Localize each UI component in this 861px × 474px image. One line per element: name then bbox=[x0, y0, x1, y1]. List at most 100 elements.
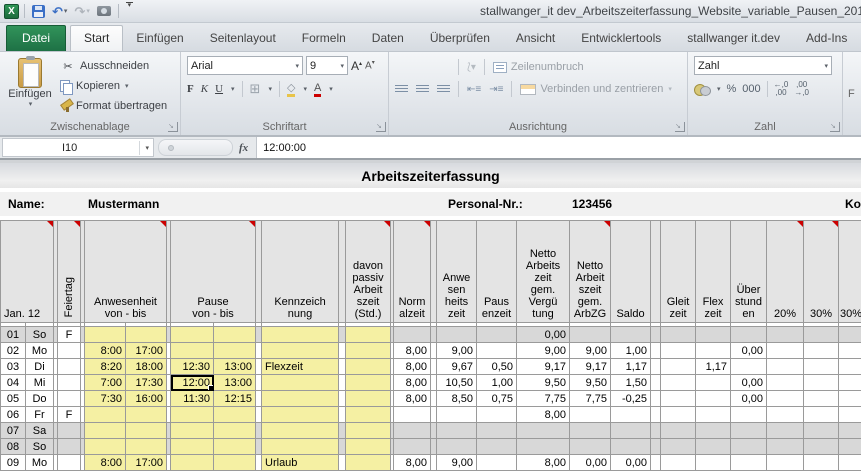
align-center-icon[interactable] bbox=[416, 84, 429, 94]
cell-08-verg[interactable] bbox=[516, 438, 571, 455]
cell-05-norm[interactable]: 8,00 bbox=[393, 390, 432, 407]
fill-color-button[interactable]: ◇ bbox=[286, 81, 296, 97]
cell-02-pv[interactable] bbox=[170, 342, 214, 359]
cell-07-f[interactable] bbox=[57, 422, 81, 439]
cell-03-verg[interactable]: 9,17 bbox=[516, 358, 571, 375]
cell-01-ueber[interactable] bbox=[730, 326, 768, 343]
cell-08-saldo[interactable] bbox=[610, 438, 652, 455]
cell-06-ab[interactable] bbox=[125, 406, 167, 423]
cell-04-pb[interactable]: 13:00 bbox=[212, 374, 257, 391]
cell-09-flex[interactable] bbox=[695, 454, 732, 471]
cell-02-anwz[interactable]: 9,00 bbox=[436, 342, 478, 359]
cell-06-kz[interactable] bbox=[261, 406, 340, 423]
accounting-format-icon[interactable] bbox=[694, 83, 711, 96]
header-cell-p20[interactable]: 20% bbox=[766, 220, 805, 323]
header-cell-gleit[interactable]: Gleit zeit bbox=[660, 220, 697, 323]
tab-formeln[interactable]: Formeln bbox=[289, 26, 359, 51]
camera-button[interactable] bbox=[95, 2, 113, 20]
cell-02-p20[interactable] bbox=[766, 342, 805, 359]
cell-09-verg[interactable]: 8,00 bbox=[516, 454, 571, 471]
cell-09-pv[interactable] bbox=[170, 454, 214, 471]
paste-button[interactable]: Einfügen ▾ bbox=[6, 56, 54, 118]
cell-02-av[interactable]: 8:00 bbox=[84, 342, 126, 359]
cell-02-arbzg[interactable]: 9,00 bbox=[569, 342, 612, 359]
header-cell-saldo[interactable]: Saldo bbox=[610, 220, 652, 323]
cell-02-kz[interactable] bbox=[261, 342, 340, 359]
cell-09-f[interactable] bbox=[57, 454, 81, 471]
cell-07-wd[interactable]: Sa bbox=[25, 422, 54, 439]
cell-04-ab[interactable]: 17:30 bbox=[125, 374, 167, 391]
cell-04-p30b[interactable] bbox=[838, 374, 861, 391]
cell-01-gleit[interactable] bbox=[660, 326, 697, 343]
cell-08-p30a[interactable] bbox=[803, 438, 840, 455]
decrease-indent-icon[interactable]: ⇤≡ bbox=[467, 84, 481, 95]
cell-05-day[interactable]: 05 bbox=[0, 390, 26, 407]
cell-03-wd[interactable]: Di bbox=[25, 358, 54, 375]
cell-09-norm[interactable]: 8,00 bbox=[393, 454, 432, 471]
cell-06-day[interactable]: 06 bbox=[0, 406, 26, 423]
cell-04-ueber[interactable]: 0,00 bbox=[730, 374, 768, 391]
cell-07-p30b[interactable] bbox=[838, 422, 861, 439]
cell-04-norm[interactable]: 8,00 bbox=[393, 374, 432, 391]
cell-09-passiv[interactable] bbox=[345, 454, 392, 471]
cell-03-pb[interactable]: 13:00 bbox=[212, 358, 257, 375]
cell-08-kz[interactable] bbox=[261, 438, 340, 455]
cell-02-gleit[interactable] bbox=[660, 342, 697, 359]
tab-entwicklertools[interactable]: Entwicklertools bbox=[568, 26, 674, 51]
cell-04-p20[interactable] bbox=[766, 374, 805, 391]
cell-07-ueber[interactable] bbox=[730, 422, 768, 439]
cell-08-arbzg[interactable] bbox=[569, 438, 612, 455]
cell-07-day[interactable]: 07 bbox=[0, 422, 26, 439]
cell-09-av[interactable]: 8:00 bbox=[84, 454, 126, 471]
cell-01-ab[interactable] bbox=[125, 326, 167, 343]
header-cell-kz[interactable]: Kennzeich nung bbox=[261, 220, 340, 323]
wrap-text-button[interactable]: Zeilenumbruch bbox=[492, 57, 584, 77]
cell-02-p30a[interactable] bbox=[803, 342, 840, 359]
header-cell-arbzg[interactable]: Netto Arbeit szeit gem. ArbZG bbox=[569, 220, 612, 323]
cell-05-pv[interactable]: 11:30 bbox=[170, 390, 214, 407]
align-bottom-icon[interactable] bbox=[437, 63, 450, 72]
cell-06-pausez[interactable] bbox=[476, 406, 518, 423]
save-button[interactable] bbox=[30, 2, 47, 20]
cell-08-p30b[interactable] bbox=[838, 438, 861, 455]
cell-01-arbzg[interactable] bbox=[569, 326, 612, 343]
cell-04-f[interactable] bbox=[57, 374, 81, 391]
format-painter-button[interactable]: Format übertragen bbox=[60, 96, 167, 116]
cell-01-wd[interactable]: So bbox=[25, 326, 54, 343]
cell-04-anwz[interactable]: 10,50 bbox=[436, 374, 478, 391]
cell-01-flex[interactable] bbox=[695, 326, 732, 343]
cell-09-day[interactable]: 09 bbox=[0, 454, 26, 471]
cell-01-p30b[interactable] bbox=[838, 326, 861, 343]
cell-08-pv[interactable] bbox=[170, 438, 214, 455]
cell-08-anwz[interactable] bbox=[436, 438, 478, 455]
align-left-icon[interactable] bbox=[395, 84, 408, 94]
cell-02-day[interactable]: 02 bbox=[0, 342, 26, 359]
borders-button[interactable]: ⊞ bbox=[250, 81, 261, 97]
cell-08-pb[interactable] bbox=[212, 438, 257, 455]
comma-style-button[interactable]: 000 bbox=[742, 83, 760, 95]
cell-08-f[interactable] bbox=[57, 438, 81, 455]
cell-02-wd[interactable]: Mo bbox=[25, 342, 54, 359]
cell-01-norm[interactable] bbox=[393, 326, 432, 343]
cell-05-ab[interactable]: 16:00 bbox=[125, 390, 167, 407]
cell-05-pausez[interactable]: 0,75 bbox=[476, 390, 518, 407]
cell-09-wd[interactable]: Mo bbox=[25, 454, 54, 471]
dialog-launcher-icon[interactable]: ↘ bbox=[675, 122, 685, 132]
cell-03-saldo[interactable]: 1,17 bbox=[610, 358, 652, 375]
dialog-launcher-icon[interactable]: ↘ bbox=[376, 122, 386, 132]
cell-09-saldo[interactable]: 0,00 bbox=[610, 454, 652, 471]
cell-09-ueber[interactable] bbox=[730, 454, 768, 471]
formula-input[interactable]: 12:00:00 bbox=[256, 137, 861, 158]
increase-decimal-button[interactable]: ←,0 ,00 bbox=[774, 81, 789, 97]
cell-06-pv[interactable] bbox=[170, 406, 214, 423]
cell-07-flex[interactable] bbox=[695, 422, 732, 439]
cell-06-gleit[interactable] bbox=[660, 406, 697, 423]
cell-01-pv[interactable] bbox=[170, 326, 214, 343]
underline-button[interactable]: U bbox=[215, 83, 223, 95]
header-cell-p30a[interactable]: 30% bbox=[803, 220, 840, 323]
cell-04-gleit[interactable] bbox=[660, 374, 697, 391]
cell-01-day[interactable]: 01 bbox=[0, 326, 26, 343]
align-middle-icon[interactable] bbox=[416, 63, 429, 72]
cell-03-flex[interactable]: 1,17 bbox=[695, 358, 732, 375]
cell-04-kz[interactable] bbox=[261, 374, 340, 391]
